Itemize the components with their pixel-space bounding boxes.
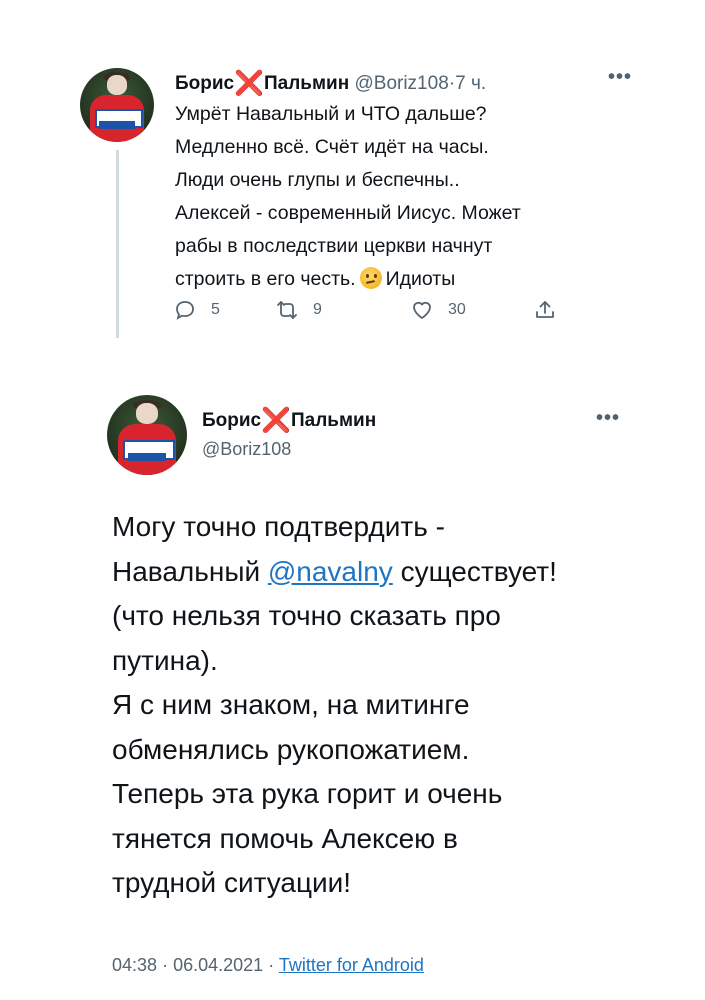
tweet-reply[interactable]: Борис❌Пальмин @Boriz108·7 ч. ••• Умрёт Н… [0, 0, 705, 350]
tweet-header: Борис❌Пальмин @Boriz108·7 ч. [175, 72, 486, 96]
tweet-meta: 04:38 · 06.04.2021 · Twitter for Android [112, 955, 424, 976]
retweet-icon [277, 301, 297, 319]
tweet-time[interactable]: 7 ч. [455, 73, 486, 94]
user-name[interactable]: Борис❌Пальмин [175, 70, 349, 97]
share-icon [536, 301, 554, 318]
thinking-face-icon [359, 267, 382, 289]
like-button[interactable]: 30 [410, 298, 466, 322]
heart-icon [413, 301, 431, 319]
more-options-icon[interactable]: ••• [608, 66, 632, 89]
screenshot: Борис❌Пальмин @Boriz108·7 ч. ••• Умрёт Н… [0, 0, 705, 1000]
tweet-text: Могу точно подтвердить - Навальный @nava… [112, 511, 557, 898]
reply-button[interactable]: 5 [173, 298, 220, 322]
tweet-main[interactable]: Борис❌Пальмин @Boriz108 ••• Могу точно п… [0, 365, 705, 1000]
like-count: 30 [448, 301, 466, 318]
tweet-time[interactable]: 04:38 [112, 955, 157, 975]
separator: · [162, 955, 169, 975]
source-link[interactable]: Twitter for Android [279, 955, 424, 975]
share-button[interactable] [533, 298, 557, 322]
tweet-date[interactable]: 06.04.2021 [173, 955, 263, 975]
thread-line [116, 150, 119, 338]
retweet-count: 9 [313, 301, 322, 318]
user-name[interactable]: Борис❌Пальмин [202, 409, 376, 433]
more-options-icon[interactable]: ••• [596, 407, 620, 430]
action-bar: 5 9 30 [173, 298, 573, 330]
reply-icon [176, 301, 194, 320]
tweet-text: Умрёт Навальный и ЧТО дальше? Медленно в… [175, 103, 521, 290]
reply-count: 5 [211, 301, 220, 318]
avatar[interactable] [107, 395, 187, 475]
retweet-button[interactable]: 9 [275, 298, 322, 322]
x-mark-icon: ❌ [234, 70, 265, 97]
separator: · [268, 955, 275, 975]
user-handle[interactable]: @Boriz108 [202, 439, 291, 460]
avatar[interactable] [80, 68, 154, 142]
mention-link[interactable]: @navalny [268, 556, 393, 587]
user-handle[interactable]: @Boriz108 [354, 73, 448, 94]
x-mark-icon: ❌ [261, 407, 292, 434]
